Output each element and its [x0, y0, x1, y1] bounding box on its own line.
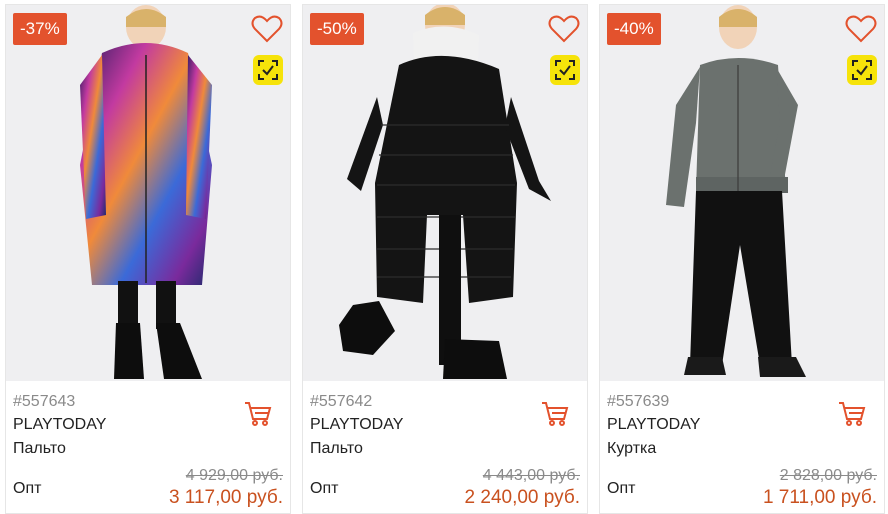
favorite-button[interactable] [250, 14, 284, 44]
product-card[interactable]: -50% #557642 PLAYTODAY Пальто Опт 4 443,… [302, 4, 588, 514]
old-price: 4 443,00 руб. [482, 467, 580, 484]
current-price: 3 117,00 руб. [168, 487, 283, 508]
product-photo [80, 5, 212, 379]
cart-icon [245, 402, 272, 426]
discount-badge: -40% [607, 13, 661, 45]
add-to-cart-button[interactable] [244, 401, 272, 427]
scan-button[interactable] [847, 55, 877, 85]
cart-icon [839, 402, 866, 426]
product-type[interactable]: Куртка [607, 440, 656, 458]
current-price: 2 240,00 руб. [464, 487, 580, 508]
product-image[interactable]: -37% [6, 5, 290, 381]
cart-icon [542, 402, 569, 426]
product-type[interactable]: Пальто [310, 440, 363, 458]
discount-badge: -50% [310, 13, 364, 45]
add-to-cart-button[interactable] [541, 401, 569, 427]
heart-icon [251, 15, 283, 43]
product-type[interactable]: Пальто [13, 440, 66, 458]
heart-icon [548, 15, 580, 43]
current-price: 1 711,00 руб. [762, 487, 877, 508]
product-grid: -37% #557643 PLAYTODAY Пальто Опт 4 929,… [0, 0, 888, 514]
product-card[interactable]: -40% #557639 PLAYTODAY Куртка Опт 2 828,… [599, 4, 885, 514]
product-card[interactable]: -37% #557643 PLAYTODAY Пальто Опт 4 929,… [5, 4, 291, 514]
opt-label: Опт [607, 480, 636, 497]
opt-label: Опт [13, 480, 42, 497]
scan-button[interactable] [550, 55, 580, 85]
product-sku: #557642 [310, 393, 373, 410]
product-brand[interactable]: PLAYTODAY [13, 416, 106, 434]
heart-icon [845, 15, 877, 43]
product-brand[interactable]: PLAYTODAY [310, 416, 403, 434]
favorite-button[interactable] [547, 14, 581, 44]
old-price: 2 828,00 руб. [779, 467, 877, 484]
scan-check-icon [555, 60, 575, 80]
opt-label: Опт [310, 480, 339, 497]
product-info: #557642 PLAYTODAY Пальто Опт 4 443,00 ру… [303, 381, 587, 513]
product-photo [666, 5, 806, 377]
scan-check-icon [258, 60, 278, 80]
product-brand[interactable]: PLAYTODAY [607, 416, 700, 434]
product-sku: #557639 [607, 393, 670, 410]
discount-badge: -37% [13, 13, 67, 45]
add-to-cart-button[interactable] [838, 401, 866, 427]
scan-button[interactable] [253, 55, 283, 85]
scan-check-icon [852, 60, 872, 80]
product-sku: #557643 [13, 393, 76, 410]
favorite-button[interactable] [844, 14, 878, 44]
product-photo [339, 5, 551, 379]
product-info: #557639 PLAYTODAY Куртка Опт 2 828,00 ру… [600, 381, 884, 513]
product-image[interactable]: -50% [303, 5, 587, 381]
product-info: #557643 PLAYTODAY Пальто Опт 4 929,00 ру… [6, 381, 290, 513]
product-image[interactable]: -40% [600, 5, 884, 381]
old-price: 4 929,00 руб. [185, 467, 283, 484]
